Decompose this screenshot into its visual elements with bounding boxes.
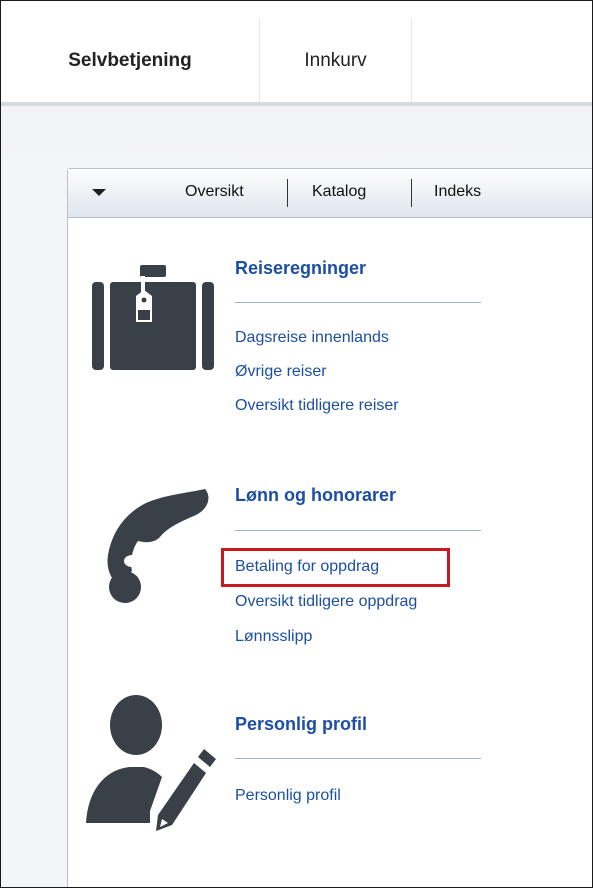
nav-separator — [411, 179, 412, 207]
link-dagsreise-innenlands[interactable]: Dagsreise innenlands — [235, 329, 389, 347]
link-oversikt-tidligere-reiser[interactable]: Oversikt tidligere reiser — [235, 397, 399, 415]
suitcase-icon — [92, 265, 214, 370]
section-divider — [235, 302, 481, 303]
section-title-lonn-og-honorarer[interactable]: Lønn og honorarer — [235, 485, 396, 506]
link-betaling-for-oppdrag[interactable]: Betaling for oppdrag — [235, 558, 379, 576]
section-divider — [235, 758, 481, 759]
section-divider — [235, 530, 481, 531]
person-pencil-icon — [86, 695, 216, 831]
collapse-arrow-icon[interactable] — [92, 189, 106, 196]
self-service-panel: Oversikt Katalog Indeks Reiseregninger D… — [67, 168, 592, 887]
app-window: Selvbetjening Innkurv Oversikt Katalog I… — [0, 0, 593, 888]
section-title-personlig-profil[interactable]: Personlig profil — [235, 714, 367, 735]
nav-oversikt[interactable]: Oversikt — [185, 183, 244, 201]
link-lonnsslipp[interactable]: Lønnsslipp — [235, 628, 312, 646]
link-personlig-profil[interactable]: Personlig profil — [235, 787, 341, 805]
link-oversikt-tidligere-oppdrag[interactable]: Oversikt tidligere oppdrag — [235, 593, 417, 611]
panel-header: Oversikt Katalog Indeks — [68, 169, 592, 218]
tab-selvbetjening[interactable]: Selvbetjening — [1, 19, 259, 102]
hand-coin-icon — [107, 489, 209, 603]
nav-indeks[interactable]: Indeks — [434, 183, 481, 201]
top-navigation: Selvbetjening Innkurv — [1, 1, 592, 102]
tab-innkurv[interactable]: Innkurv — [260, 19, 411, 102]
nav-katalog[interactable]: Katalog — [312, 183, 366, 201]
link-ovrige-reiser[interactable]: Øvrige reiser — [235, 363, 327, 381]
tab-divider — [411, 19, 412, 102]
section-title-reiseregninger[interactable]: Reiseregninger — [235, 258, 366, 279]
nav-separator — [287, 179, 288, 207]
